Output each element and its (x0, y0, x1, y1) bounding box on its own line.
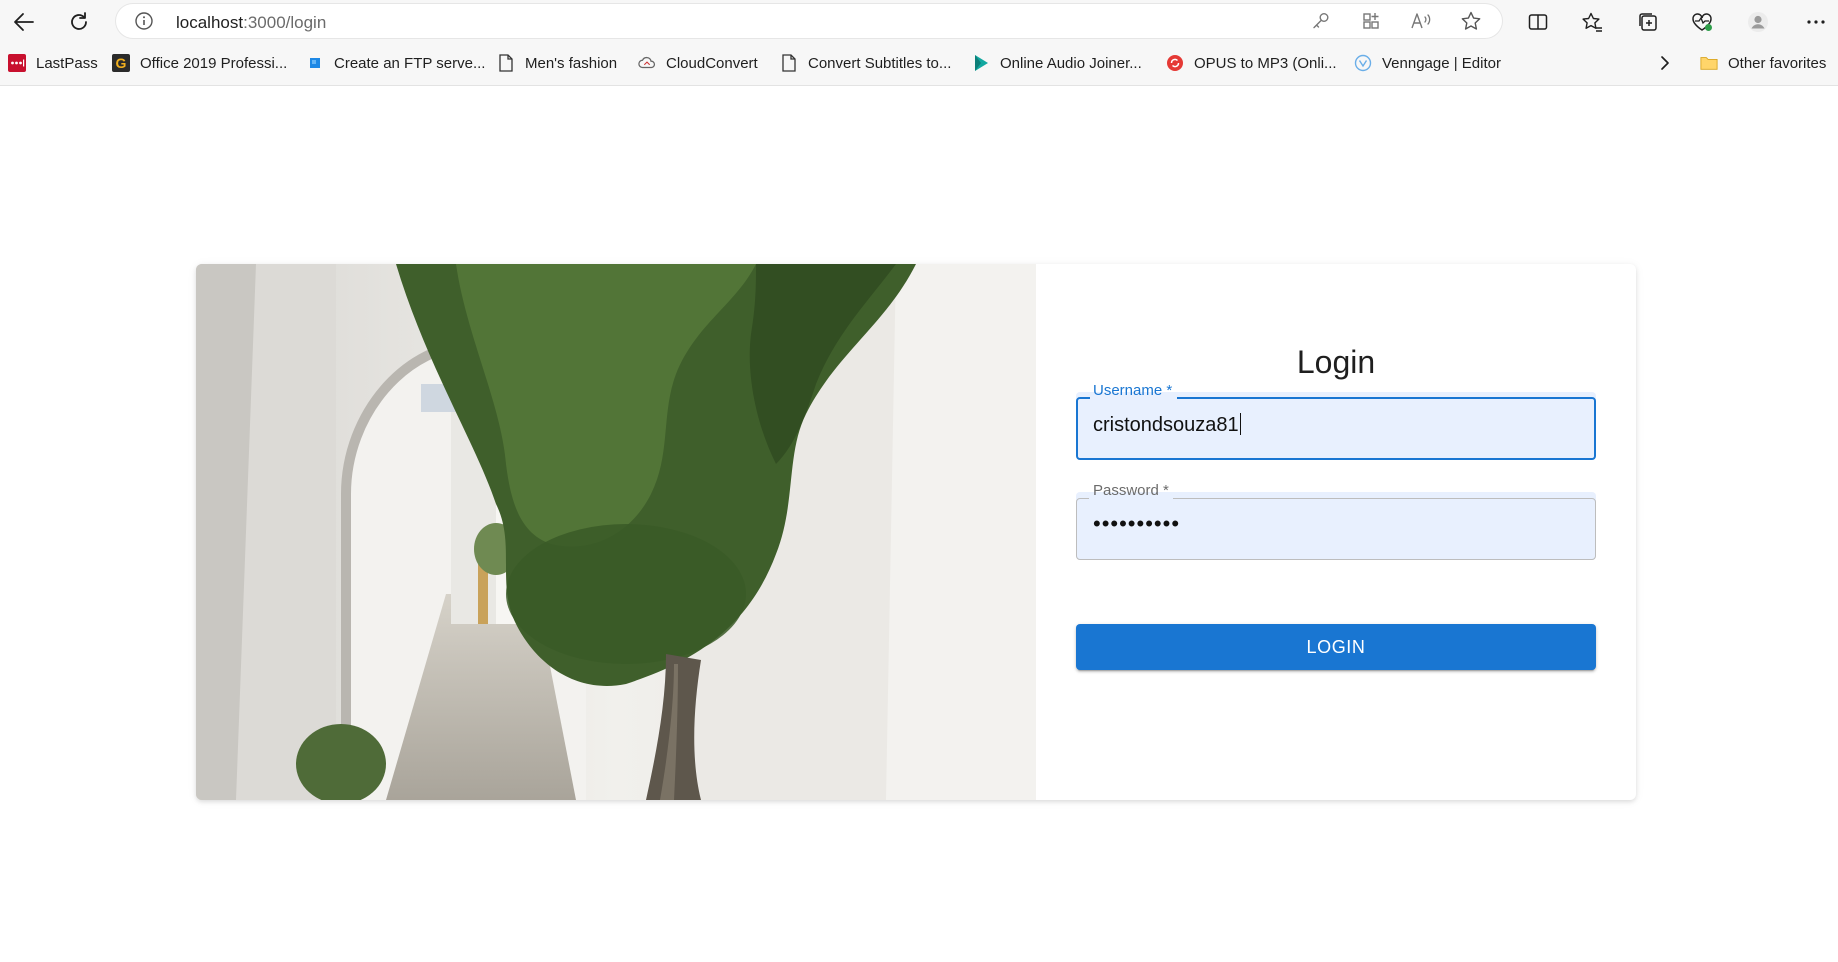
play-icon (972, 54, 990, 72)
login-button[interactable]: LOGIN (1076, 624, 1596, 670)
favorite-star-icon[interactable] (1460, 10, 1482, 32)
chevron-right-icon (1656, 54, 1674, 72)
venngage-icon (1354, 54, 1372, 72)
back-arrow-icon (14, 13, 34, 31)
browser-chrome: localhost:3000/login LastPass G Office 2… (0, 0, 1838, 86)
address-bar[interactable]: localhost:3000/login (116, 4, 1502, 38)
bookmark-venngage[interactable]: Venngage | Editor (1354, 51, 1501, 75)
password-field[interactable]: Password * Password * •••••••••• (1076, 483, 1596, 560)
more-menu-button[interactable] (1800, 6, 1832, 38)
bookmark-mens-fashion[interactable]: Men's fashion (497, 51, 617, 75)
browser-toolbar: localhost:3000/login (0, 0, 1838, 44)
refresh-icon (71, 12, 87, 30)
bookmark-label: Men's fashion (525, 54, 618, 72)
bookmark-label: OPUS to MP3 (Onli... (1194, 54, 1337, 72)
bookmark-lastpass[interactable]: LastPass (8, 51, 98, 75)
profile-avatar-icon (1748, 12, 1768, 32)
bookmark-opus[interactable]: OPUS to MP3 (Onli... (1166, 51, 1337, 75)
bookmark-label: LastPass (36, 54, 98, 72)
g-letter-icon: G (112, 54, 130, 72)
username-field[interactable]: Username * Username * cristondsouza81 (1076, 383, 1596, 460)
heart-pulse-icon (1692, 13, 1712, 31)
page-icon (497, 54, 515, 72)
bookmark-label: CloudConvert (666, 54, 758, 72)
login-hero-image (196, 264, 1036, 800)
collections-button[interactable] (1632, 6, 1664, 38)
back-button[interactable] (8, 6, 40, 38)
password-label: Password * (1093, 482, 1169, 499)
text-caret (1239, 413, 1241, 435)
login-card: Login Username * Username * cristondsouz… (196, 264, 1636, 800)
blue-square-icon (306, 54, 324, 72)
bookmark-label: Office 2019 Professi... (140, 54, 288, 72)
profile-button[interactable] (1742, 6, 1774, 38)
login-form: Login Username * Username * cristondsouz… (1036, 264, 1636, 800)
more-dots-icon (1807, 20, 1825, 24)
page-icon (780, 54, 798, 72)
apps-add-icon[interactable] (1360, 10, 1382, 32)
login-title: Login (1296, 344, 1376, 380)
favorites-button[interactable] (1576, 6, 1608, 38)
svg-text:G: G (116, 55, 127, 71)
bookmark-label: Venngage | Editor (1382, 54, 1501, 72)
read-aloud-icon[interactable] (1410, 10, 1432, 32)
url-text[interactable]: localhost:3000/login (176, 13, 326, 33)
browser-essentials-button[interactable] (1686, 6, 1718, 38)
bookmark-cloudconvert[interactable]: CloudConvert (638, 51, 758, 75)
bookmarks-bar: LastPass G Office 2019 Professi... Creat… (0, 48, 1838, 78)
site-info-icon[interactable] (134, 11, 154, 31)
split-screen-icon (1528, 14, 1548, 30)
bookmark-audio-joiner[interactable]: Online Audio Joiner... (972, 51, 1142, 75)
bookmark-subtitles[interactable]: Convert Subtitles to... (780, 51, 951, 75)
bookmark-label: Create an FTP serve... (334, 54, 486, 72)
bookmark-label: Convert Subtitles to... (808, 54, 952, 72)
url-path: :3000/login (243, 13, 327, 32)
key-icon[interactable] (1310, 10, 1332, 32)
folder-icon (1700, 54, 1718, 72)
refresh-button[interactable] (63, 6, 95, 38)
bookmark-office[interactable]: G Office 2019 Professi... (112, 51, 287, 75)
username-input[interactable]: cristondsouza81 (1093, 413, 1241, 437)
split-screen-button[interactable] (1522, 6, 1554, 38)
bookmark-other-favorites[interactable]: Other favorites (1700, 51, 1826, 75)
lastpass-icon (8, 54, 26, 72)
collections-icon (1639, 13, 1657, 31)
password-input[interactable]: •••••••••• (1093, 511, 1180, 537)
cloud-icon (638, 54, 656, 72)
username-label: Username * (1093, 382, 1173, 399)
favorites-icon (1582, 12, 1602, 32)
bookmarks-overflow-button[interactable] (1656, 51, 1684, 75)
red-circle-icon (1166, 54, 1184, 72)
bookmark-label: Other favorites (1728, 54, 1827, 72)
bookmark-ftp[interactable]: Create an FTP serve... (306, 51, 485, 75)
url-host: localhost (176, 13, 244, 32)
username-value: cristondsouza81 (1093, 414, 1239, 436)
bookmark-label: Online Audio Joiner... (1000, 54, 1142, 72)
